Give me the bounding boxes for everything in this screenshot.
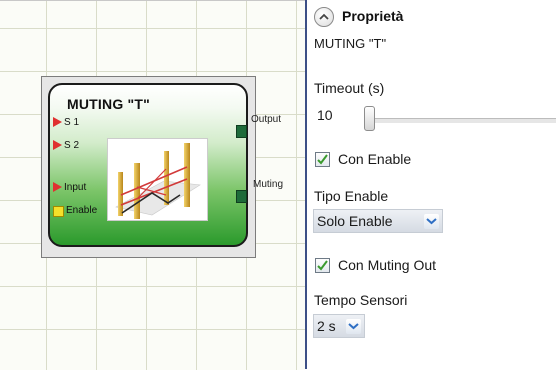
input-pin-label: S 2 <box>64 140 80 151</box>
component-name: MUTING "T" <box>314 36 387 51</box>
timeout-slider-thumb[interactable] <box>364 106 375 131</box>
timeout-value: 10 <box>317 107 333 123</box>
timeout-slider-track[interactable] <box>370 118 556 124</box>
output-pin-label: Muting <box>253 179 284 190</box>
enable-pin[interactable] <box>53 206 64 217</box>
tipo-enable-selected: Solo Enable <box>317 213 393 229</box>
output-pin-label: Output <box>251 114 282 125</box>
tempo-sensori-select[interactable]: 2 s <box>313 314 365 338</box>
input-pin-input[interactable] <box>53 182 62 192</box>
muting-gate-illustration <box>107 138 208 221</box>
timeout-label: Timeout (s) <box>314 80 385 96</box>
input-pin-label: Input <box>64 182 87 193</box>
block-title: MUTING "T" <box>67 96 150 112</box>
input-pin-s1[interactable] <box>53 117 62 127</box>
input-pin-label: S 1 <box>64 117 80 128</box>
output-pin-muting[interactable] <box>236 190 247 203</box>
con-muting-out-checkbox[interactable] <box>315 258 330 273</box>
input-pin-s2[interactable] <box>53 140 62 150</box>
con-enable-label[interactable]: Con Enable <box>338 151 411 167</box>
collapse-chevron-up-icon[interactable] <box>314 7 334 27</box>
tempo-sensori-label: Tempo Sensori <box>314 292 408 308</box>
chevron-down-icon[interactable] <box>424 214 439 229</box>
tempo-sensori-selected: 2 s <box>317 318 336 334</box>
con-enable-checkbox[interactable] <box>315 152 330 167</box>
properties-title: Proprietà <box>342 8 404 24</box>
chevron-down-icon[interactable] <box>346 319 361 334</box>
con-muting-out-label[interactable]: Con Muting Out <box>338 257 436 273</box>
tipo-enable-select[interactable]: Solo Enable <box>313 209 443 233</box>
output-pin-output[interactable] <box>236 125 247 138</box>
tipo-enable-label: Tipo Enable <box>314 188 389 204</box>
input-pin-label: Enable <box>66 205 98 216</box>
